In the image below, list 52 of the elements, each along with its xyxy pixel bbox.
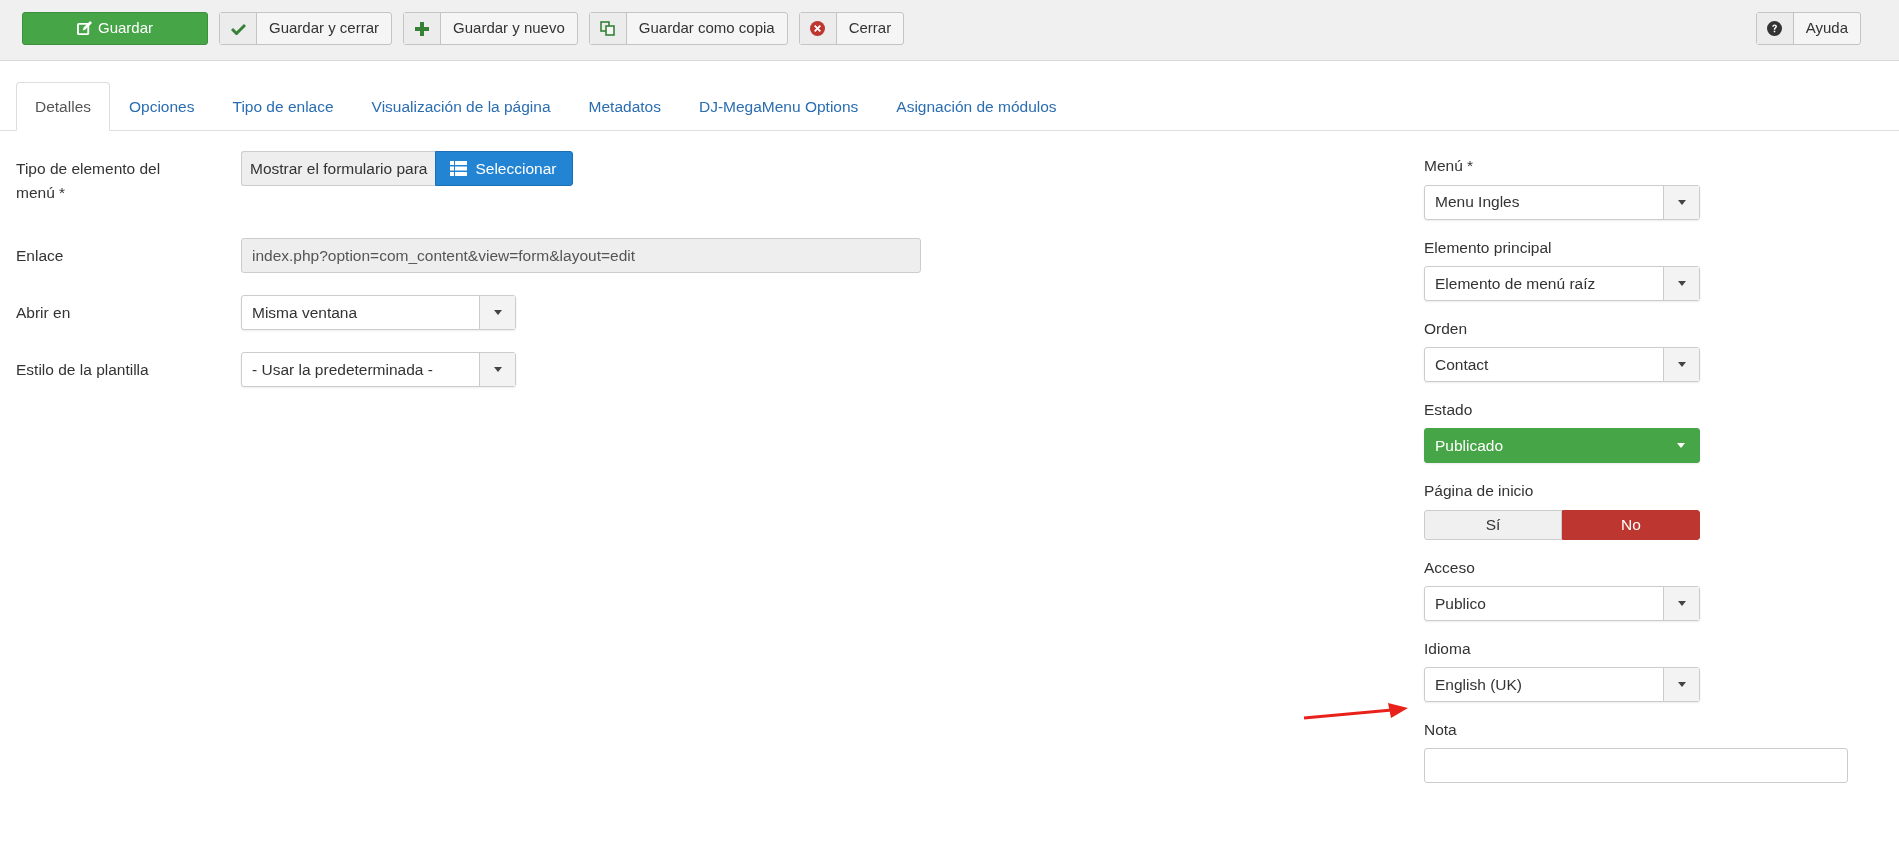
field-label: Nota [1424, 720, 1458, 740]
caret-icon [1677, 280, 1686, 286]
text-field[interactable] [1424, 748, 1848, 784]
select-button[interactable]: Seleccionar [435, 151, 574, 187]
select-dropdown[interactable]: Publico [1424, 585, 1700, 621]
field-label: Elemento principal [1424, 237, 1553, 258]
check-icon [230, 22, 246, 35]
field-label: Estilo de la plantilla [16, 360, 150, 381]
caret-icon [1677, 682, 1686, 687]
plus-icon [415, 21, 430, 36]
tab[interactable]: Opciones [110, 82, 214, 132]
field-label: Idioma [1424, 638, 1472, 659]
select-dropdown[interactable]: - Usar la predeterminada - [241, 352, 516, 388]
caret-icon [1677, 199, 1686, 205]
field-label: Estado [1424, 400, 1474, 420]
caret-icon [493, 310, 502, 316]
tab[interactable]: DJ-MegaMenu Options [679, 82, 878, 132]
field-label: Página de inicio [1424, 481, 1535, 502]
field-label: Enlace [16, 246, 65, 267]
tab[interactable]: Tipo de enlace [213, 82, 353, 132]
caret-icon [1677, 362, 1686, 367]
toolbar-button[interactable]: Guardar y nuevo [403, 12, 578, 45]
field-label: Orden [1424, 318, 1469, 339]
toggle-option[interactable]: No [1562, 509, 1700, 540]
select-dropdown[interactable]: Elemento de menú raíz [1424, 265, 1700, 301]
tab[interactable]: Visualización de la página [352, 82, 570, 132]
field-label: Tipo de elemento del menú * [16, 159, 162, 204]
caret-icon [1677, 443, 1685, 449]
toolbar-button[interactable]: Guardar como copia [588, 12, 788, 45]
select-dropdown[interactable]: Misma ventana [241, 295, 516, 331]
select-dropdown[interactable]: English (UK) [1424, 667, 1700, 702]
toolbar-button[interactable]: Guardar y cerrar [219, 12, 393, 45]
tab[interactable]: Detalles [16, 82, 110, 132]
toolbar-button[interactable]: Cerrar [798, 12, 905, 45]
close-icon [810, 21, 826, 36]
readonly-field: Mostrar el formulario para [241, 151, 436, 187]
tab[interactable]: Asignación de módulos [877, 82, 1076, 132]
field-label: Acceso [1424, 557, 1476, 578]
edit-icon [77, 21, 92, 36]
select-dropdown[interactable]: Menu Ingles [1424, 184, 1700, 220]
tab[interactable]: Metadatos [569, 82, 680, 132]
readonly-field: index.php?option=com_content&view=form&layout=edit [241, 238, 921, 274]
caret-icon [493, 367, 502, 373]
field-label: Abrir en [16, 303, 72, 324]
help-icon [1767, 21, 1783, 36]
copy-icon [600, 21, 616, 36]
list-icon [450, 161, 468, 177]
caret-icon [1677, 600, 1686, 606]
field-label: Menú * [1424, 156, 1475, 177]
select-dropdown[interactable]: Contact [1424, 347, 1700, 382]
help-button[interactable]: Ayuda [1755, 12, 1861, 45]
toggle-option[interactable]: Sí [1424, 509, 1562, 540]
